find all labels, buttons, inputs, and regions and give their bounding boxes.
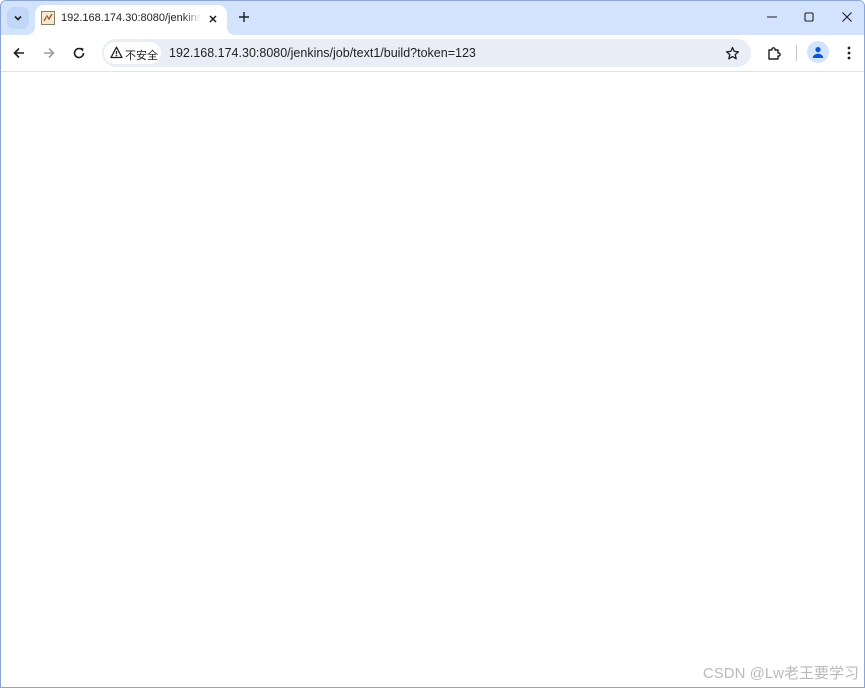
browser-window: 192.168.174.30:8080/jenkins/job/text1/bu…	[0, 0, 865, 688]
browser-menu-button[interactable]	[836, 40, 862, 66]
avatar-icon	[811, 45, 825, 59]
tab-search-button[interactable]	[7, 7, 29, 29]
toolbar-divider	[796, 45, 797, 61]
reload-button[interactable]	[66, 40, 92, 66]
browser-toolbar: 不安全 192.168.174.30:8080/jenkins/job/text…	[1, 35, 864, 72]
puzzle-icon	[766, 45, 782, 61]
jenkins-favicon-icon	[41, 11, 55, 25]
tab-title: 192.168.174.30:8080/jenkins/job/text1/bu…	[61, 12, 201, 28]
forward-button[interactable]	[36, 40, 62, 66]
close-icon	[208, 14, 218, 24]
security-chip[interactable]: 不安全	[104, 42, 161, 64]
new-tab-button[interactable]	[234, 7, 254, 27]
address-bar[interactable]: 不安全 192.168.174.30:8080/jenkins/job/text…	[102, 39, 751, 67]
minimize-button[interactable]	[758, 5, 786, 29]
minimize-icon	[766, 11, 778, 23]
kebab-menu-icon	[847, 46, 851, 60]
extensions-button[interactable]	[761, 40, 787, 66]
warning-triangle-icon	[110, 46, 123, 59]
tab-strip: 192.168.174.30:8080/jenkins/job/text1/bu…	[1, 1, 864, 35]
close-window-icon	[841, 11, 853, 23]
back-button[interactable]	[6, 40, 32, 66]
watermark: CSDN @Lw老王要学习	[702, 665, 859, 682]
close-tab-button[interactable]	[205, 11, 221, 27]
forward-arrow-icon	[42, 46, 56, 60]
bookmark-star-button[interactable]	[722, 43, 742, 63]
reload-icon	[72, 46, 86, 60]
maximize-icon	[803, 11, 815, 23]
close-window-button[interactable]	[833, 5, 861, 29]
star-icon	[725, 46, 740, 61]
url-text[interactable]: 192.168.174.30:8080/jenkins/job/text1/bu…	[169, 46, 476, 60]
maximize-button[interactable]	[795, 5, 823, 29]
security-label: 不安全	[125, 50, 158, 62]
page-content	[1, 72, 864, 687]
active-tab[interactable]: 192.168.174.30:8080/jenkins/job/text1/bu…	[35, 5, 227, 35]
profile-button[interactable]	[807, 41, 829, 63]
chevron-down-icon	[13, 13, 23, 23]
plus-icon	[238, 11, 250, 23]
back-arrow-icon	[12, 46, 26, 60]
